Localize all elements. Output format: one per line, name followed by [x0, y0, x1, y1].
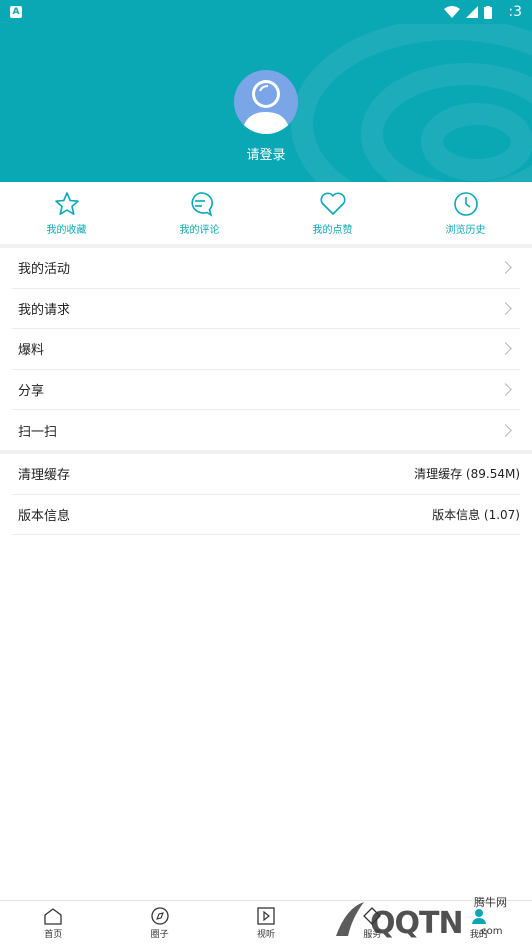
star-icon — [54, 191, 79, 215]
tab-label: 视听 — [257, 930, 276, 940]
setting-clear-cache[interactable]: 清理缓存 清理缓存 (89.54M) — [12, 454, 520, 495]
version-value: 版本信息 (1.07) — [432, 507, 520, 522]
clock-icon — [453, 191, 478, 216]
menu-item-activities[interactable]: 我的活动 — [12, 248, 520, 289]
chevron-right-icon — [499, 342, 512, 356]
quick-comments[interactable]: 我的评论 — [133, 182, 266, 244]
tab-home[interactable]: 首页 — [0, 901, 106, 946]
status-bar: A :3 — [0, 0, 532, 24]
settings-list: 清理缓存 清理缓存 (89.54M) 版本信息 版本信息 (1.07) — [0, 454, 532, 535]
quick-comments-label: 我的评论 — [179, 224, 220, 236]
menu-item-label: 我的请求 — [18, 302, 71, 318]
chevron-right-icon — [499, 382, 512, 396]
wifi-icon — [444, 6, 461, 18]
battery-icon — [484, 5, 493, 19]
menu-item-label: 扫一扫 — [18, 424, 58, 440]
user-icon — [471, 909, 486, 924]
tab-label: 我的 — [469, 930, 488, 940]
chevron-right-icon — [499, 423, 512, 437]
menu-item-tipoff[interactable]: 爆料 — [12, 329, 520, 370]
setting-version-info[interactable]: 版本信息 版本信息 (1.07) — [12, 495, 520, 535]
heart-icon — [320, 192, 345, 215]
login-link[interactable]: 请登录 — [0, 144, 532, 163]
tab-service[interactable]: 服务 — [319, 901, 425, 946]
play-icon — [257, 907, 275, 925]
menu-list: 我的活动 我的请求 爆料 分享 扫一扫 — [0, 248, 532, 451]
avatar[interactable] — [234, 70, 298, 134]
signal-icon — [466, 6, 479, 18]
tab-label: 圈子 — [150, 930, 169, 940]
menu-item-share[interactable]: 分享 — [12, 370, 520, 410]
menu-item-scan[interactable]: 扫一扫 — [12, 410, 520, 451]
quick-history-label: 浏览历史 — [445, 224, 486, 236]
bottom-tab-bar: 首页 圈子 视听 服务 我的 — [0, 900, 532, 946]
menu-item-label: 分享 — [18, 383, 45, 399]
quick-actions: 我的收藏 我的评论 我的点赞 浏览历史 — [0, 182, 532, 244]
menu-item-label: 爆料 — [18, 343, 45, 359]
quick-favorites[interactable]: 我的收藏 — [0, 182, 133, 244]
comment-icon — [190, 191, 213, 217]
chevron-right-icon — [499, 261, 512, 275]
setting-label: 版本信息 — [18, 508, 71, 524]
tab-label: 首页 — [44, 930, 63, 940]
quick-favorites-label: 我的收藏 — [46, 224, 87, 236]
home-icon — [44, 908, 62, 925]
chevron-right-icon — [499, 301, 512, 315]
tab-media[interactable]: 视听 — [213, 901, 319, 946]
notification-icon: A — [10, 6, 22, 18]
service-icon — [363, 907, 382, 925]
quick-likes-label: 我的点赞 — [312, 224, 353, 236]
profile-header: 请登录 — [0, 24, 532, 182]
tab-mine[interactable]: 我的 — [426, 901, 532, 946]
quick-history[interactable]: 浏览历史 — [399, 182, 532, 244]
compass-icon — [150, 907, 169, 925]
tab-label: 服务 — [363, 930, 382, 940]
avatar-icon — [242, 80, 290, 134]
quick-likes[interactable]: 我的点赞 — [266, 182, 399, 244]
cache-size-value: 清理缓存 (89.54M) — [414, 467, 520, 482]
menu-item-requests[interactable]: 我的请求 — [12, 289, 520, 329]
status-time: :3 — [508, 4, 522, 20]
tab-circle[interactable]: 圈子 — [106, 901, 212, 946]
setting-label: 清理缓存 — [18, 468, 71, 484]
menu-item-label: 我的活动 — [18, 262, 71, 278]
